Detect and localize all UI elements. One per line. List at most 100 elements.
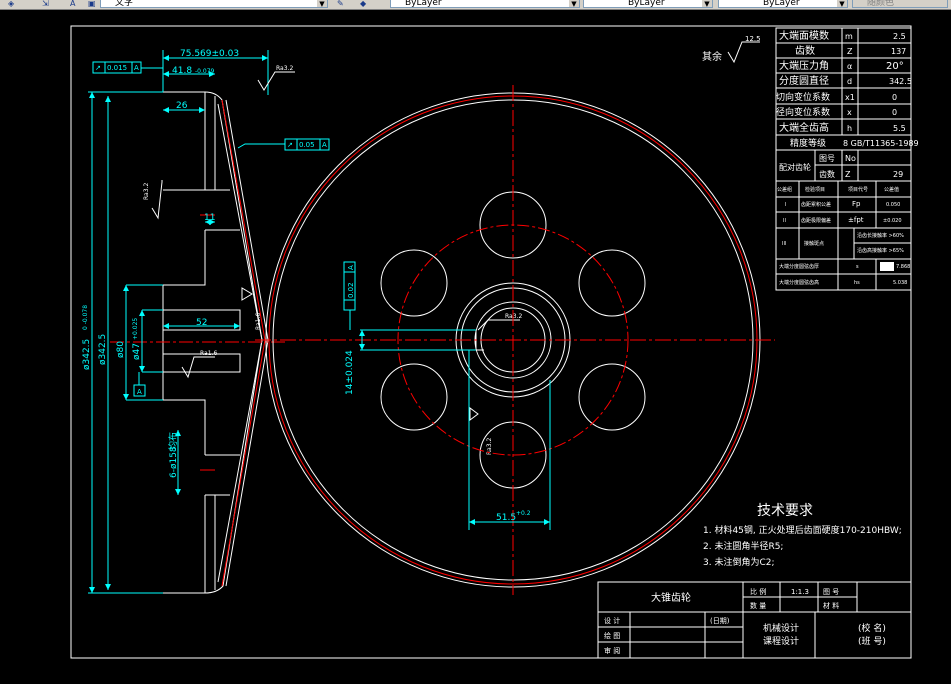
inspect-code-1: Fp [852,200,861,208]
roughness-3-2-c: Ra3.2 [505,313,522,320]
chevron-down-icon[interactable]: ▼ [317,0,327,7]
inspect-item-1: 齿距累积公差 [801,201,831,208]
text-icon[interactable]: A [70,0,80,8]
roughness-rest-label: 其余 [702,50,722,63]
layer-icon[interactable]: ▣ [88,0,98,8]
section-dimension-texts: 75.569±0.03 41.8 -0.079 26 11 52 ø342.5 … [82,49,239,478]
dim-342-outer: ø342.5 [82,339,92,370]
param-sym-pressure: α [847,62,852,71]
precision-value: 8 GB/T11365-1989 [843,139,919,148]
dim-342-outer-tol: 0 -0.078 [82,305,89,330]
part-name: 大锥齿轮 [651,591,691,604]
param-val-pressure: 20° [886,61,904,72]
datum-a: A [137,388,142,396]
roughness-1-6-b: Ra1.6 [255,313,262,330]
text-style-value: 文字 [115,0,134,8]
pair-drawno-label: 图号 [819,154,835,163]
param-sym-pitch-dia: d [847,77,852,86]
roughness-1-6-a: Ra1.6 [200,350,217,357]
cad-drawing: 75.569±0.03 41.8 -0.079 26 11 52 ø342.5 … [70,25,919,659]
param-val-teeth: 137 [891,47,906,56]
param-val-pitch-dia: 342.5 [889,77,912,86]
color-value: ByLayer [405,0,442,8]
plot-style-select[interactable]: 随颜色 [852,0,948,8]
lineweight-select[interactable]: ByLayer ▼ [718,0,848,8]
inspect-item-3: 接触斑点 [804,240,824,247]
inspect-val-5: 5.038 [893,280,907,286]
dim-41-8: 41.8 [172,66,192,76]
color-select[interactable]: ByLayer ▼ [390,0,580,8]
param-val-module: 2.5 [893,32,906,41]
arrow-icon[interactable]: ⇲ [42,0,52,8]
dim-342: ø342.5 [98,334,108,365]
param-val-height: 5.5 [893,124,906,133]
inspect-code-5: hs [854,280,860,286]
inspect-item-2: 齿距极限偏差 [801,217,831,224]
linetype-select[interactable]: ByLayer ▼ [583,0,713,8]
flatness-icon: ↗ [95,64,101,72]
chevron-down-icon[interactable]: ▼ [702,0,712,7]
dim-even: 均布 [167,432,179,450]
inspect-header-code: 项目代号 [848,186,868,193]
pair-teeth-label: 齿数 [819,169,835,179]
lineweight-value: ByLayer [763,0,800,8]
tech-req-line-3: 3. 未注倒角为C2; [703,556,775,568]
inspect-code-3b: 沿齿高接触率 >65% [857,247,904,254]
design-label: 设 计 [604,616,620,625]
drawing-canvas[interactable]: 75.569±0.03 41.8 -0.079 26 11 52 ø342.5 … [0,10,951,680]
param-label-teeth: 齿数 [795,44,815,57]
tol-sym-datum: A [347,265,355,270]
date-label: (日期) [710,617,730,625]
quantity-label: 数 量 [750,601,766,610]
tol-flat: 0.015 [107,64,127,72]
layer-state-icon[interactable]: ✎ [337,0,347,8]
inspect-item-4: 大端分度圆弦齿厚 [779,263,819,270]
param-sym-module: m [845,32,853,41]
inspect-val-1: 0.050 [886,202,900,208]
roughness-texts: Ra3.2 Ra3.2 Ra1.6 Ra1.6 Ra3.2 Ra3.2 其余 1… [143,35,761,455]
properties-toolbar: ◈ ⇲ A ▣ 文字 ▼ ✎ ◆ ByLayer ▼ ByLayer ▼ ByL… [0,0,951,10]
pair-teeth-value: 29 [893,170,903,179]
dim-51-5: 51.5 [496,513,516,523]
text-style-icon[interactable]: ◈ [8,0,18,8]
param-sym-teeth: Z [847,47,853,56]
front-view-dimensions [359,329,551,530]
tol-runout-datum: A [322,141,327,149]
inspect-header-group: 公差组 [777,186,792,193]
layer-prev-icon[interactable]: ◆ [360,0,370,8]
param-sym-radial: x [847,108,852,117]
drawing-number-label: 图 号 [823,588,839,596]
tol-sym: 0.02 [347,282,355,298]
dim-11: 11 [204,213,215,223]
inspect-header-value: 公差值 [884,186,899,193]
dim-47-tol: +0.025 [132,318,139,340]
dim-47: ø47 [132,343,142,360]
tech-req-line-1: 1. 材料45钢, 正火处理后齿面硬度170-210HBW; [703,524,902,536]
param-sym-height: h [847,124,852,133]
inspect-code-2: ±fpt [848,216,864,224]
technical-requirements: 技术要求 1. 材料45钢, 正火处理后齿面硬度170-210HBW; 2. 未… [703,503,902,568]
inspect-val-2: ±0.020 [883,218,902,224]
highlight-cell [880,262,894,271]
class-number: (班 号) [858,635,886,647]
tech-req-title: 技术要求 [757,503,813,519]
scale-label: 比 例 [750,587,766,596]
pair-teeth-sym: Z [845,170,851,179]
review-label: 审 阅 [604,646,620,655]
chevron-down-icon[interactable]: ▼ [837,0,847,7]
text-style-select[interactable]: 文字 ▼ [100,0,328,8]
param-label-tangential: 切向变位系数 [776,91,830,103]
param-label-radial: 径向变位系数 [776,106,830,118]
dim-51-5-tol: +0.2 [516,510,531,517]
lightening-hole-3 [578,363,646,431]
param-label-module: 大端面模数 [779,29,829,42]
roughness-3-2-a: Ra3.2 [276,65,293,72]
dim-14: 14±0.024 [345,350,355,395]
chevron-down-icon[interactable]: ▼ [569,0,579,7]
material-label: 材 料 [823,601,839,610]
roughness-rest-value: 12.5 [745,35,761,43]
param-sym-tangential: x1 [845,93,855,102]
lightening-hole-5 [380,363,448,431]
inspect-header-item: 检验项目 [805,186,825,193]
inspect-group-1: I [785,202,786,208]
